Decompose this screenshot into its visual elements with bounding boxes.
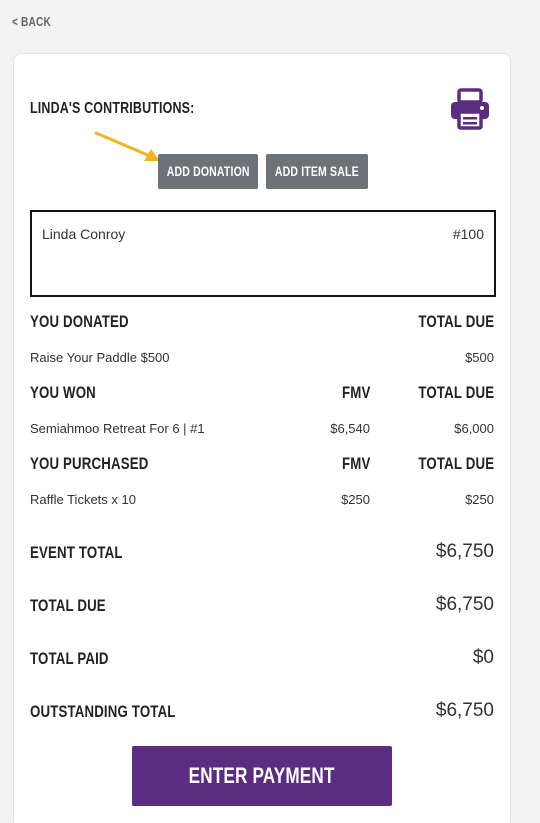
printer-icon[interactable] <box>448 88 492 130</box>
won-fmv-header: FMV <box>341 383 370 402</box>
bidder-number: #100 <box>452 226 484 242</box>
outstanding-total-value: $6,750 <box>435 700 494 721</box>
won-item-fmv: $6,540 <box>330 421 370 436</box>
won-total-due-header: TOTAL DUE <box>418 383 494 402</box>
purchased-total-due-header: TOTAL DUE <box>418 454 494 473</box>
pointer-arrow-icon <box>92 130 164 164</box>
purchased-item-name: Raffle Tickets x 10 <box>30 492 136 507</box>
outstanding-total-label: OUTSTANDING TOTAL <box>30 702 176 721</box>
donated-item-total: $500 <box>465 350 494 365</box>
total-due-value: $6,750 <box>435 594 494 615</box>
purchased-item-fmv: $250 <box>341 492 370 507</box>
contributions-title: LINDA'S CONTRIBUTIONS: <box>30 100 195 117</box>
donated-total-due-header: TOTAL DUE <box>418 312 494 331</box>
back-link[interactable]: < BACK <box>12 14 51 29</box>
event-total-label: EVENT TOTAL <box>30 543 123 562</box>
won-heading: YOU WON <box>30 383 96 402</box>
total-paid-value: $0 <box>472 647 494 668</box>
enter-payment-button[interactable]: ENTER PAYMENT <box>132 746 392 806</box>
total-paid-label: TOTAL PAID <box>30 649 109 668</box>
bidder-box: Linda Conroy #100 <box>30 210 496 297</box>
enter-payment-label: ENTER PAYMENT <box>188 763 336 788</box>
add-item-sale-button[interactable]: ADD ITEM SALE <box>266 154 368 189</box>
won-item-total: $6,000 <box>454 421 494 436</box>
purchased-item-total: $250 <box>465 492 494 507</box>
contributions-card: LINDA'S CONTRIBUTIONS: ADD DONATION ADD … <box>13 53 511 823</box>
purchased-fmv-header: FMV <box>341 454 370 473</box>
bidder-name: Linda Conroy <box>42 226 126 242</box>
total-due-label: TOTAL DUE <box>30 596 106 615</box>
add-donation-button[interactable]: ADD DONATION <box>158 154 258 189</box>
donated-heading: YOU DONATED <box>30 312 129 331</box>
add-donation-label: ADD DONATION <box>166 164 250 179</box>
event-total-value: $6,750 <box>435 541 494 562</box>
add-item-sale-label: ADD ITEM SALE <box>275 164 359 179</box>
purchased-heading: YOU PURCHASED <box>30 454 149 473</box>
donated-item-name: Raise Your Paddle $500 <box>30 350 170 365</box>
won-item-name: Semiahmoo Retreat For 6 | #1 <box>30 421 205 436</box>
